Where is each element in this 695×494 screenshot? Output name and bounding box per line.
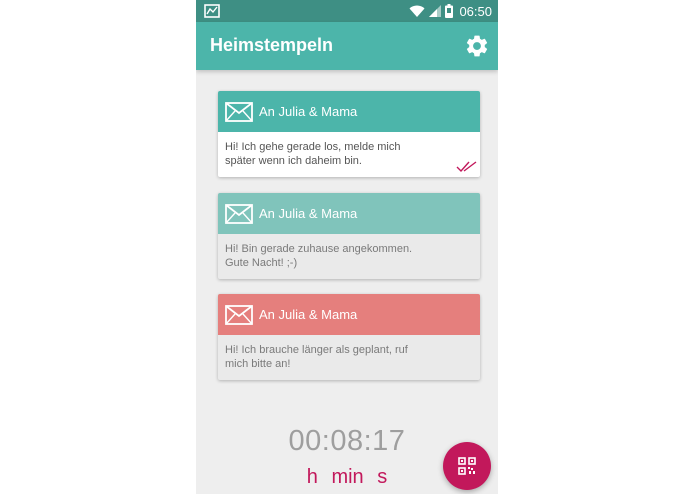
unit-minutes: min [331,466,364,488]
gear-icon[interactable] [464,33,490,59]
double-check-icon [456,161,477,172]
image-notification-icon [204,4,220,18]
message-card[interactable]: An Julia & Mama Hi! Bin gerade zuhause a… [218,193,480,279]
card-header: An Julia & Mama [218,91,480,132]
envelope-icon [225,204,253,224]
unit-hours: h [306,466,318,488]
envelope-icon [225,305,253,325]
card-header: An Julia & Mama [218,294,480,335]
app-title: Heimstempeln [210,35,334,55]
phone-screen: 06:50 Heimstempeln An Julia & Mama Hi! I… [196,0,498,494]
card-recipient: An Julia & Mama [259,104,358,119]
card-header: An Julia & Mama [218,193,480,234]
qr-code-icon [458,457,476,475]
signal-icon [429,5,442,17]
envelope-icon [225,102,253,122]
status-indicators: 06:50 [409,2,492,20]
status-bar: 06:50 [196,0,498,22]
battery-icon [445,4,454,18]
app-bar: Heimstempeln [196,22,498,70]
card-recipient: An Julia & Mama [259,206,358,221]
card-recipient: An Julia & Mama [259,307,358,322]
message-card[interactable]: An Julia & Mama Hi! Ich brauche länger a… [218,294,480,380]
message-text: Hi! Ich brauche länger als geplant, ruf … [225,344,408,370]
status-time: 06:50 [459,3,492,19]
wifi-icon [409,5,425,17]
message-text: Hi! Bin gerade zuhause angekommen. Gute … [225,243,413,269]
message-card[interactable]: An Julia & Mama Hi! Ich gehe gerade los,… [218,91,480,177]
unit-seconds: s [377,466,388,488]
qr-scan-button[interactable] [443,442,491,490]
message-text: Hi! Ich gehe gerade los, melde mich spät… [225,141,401,167]
